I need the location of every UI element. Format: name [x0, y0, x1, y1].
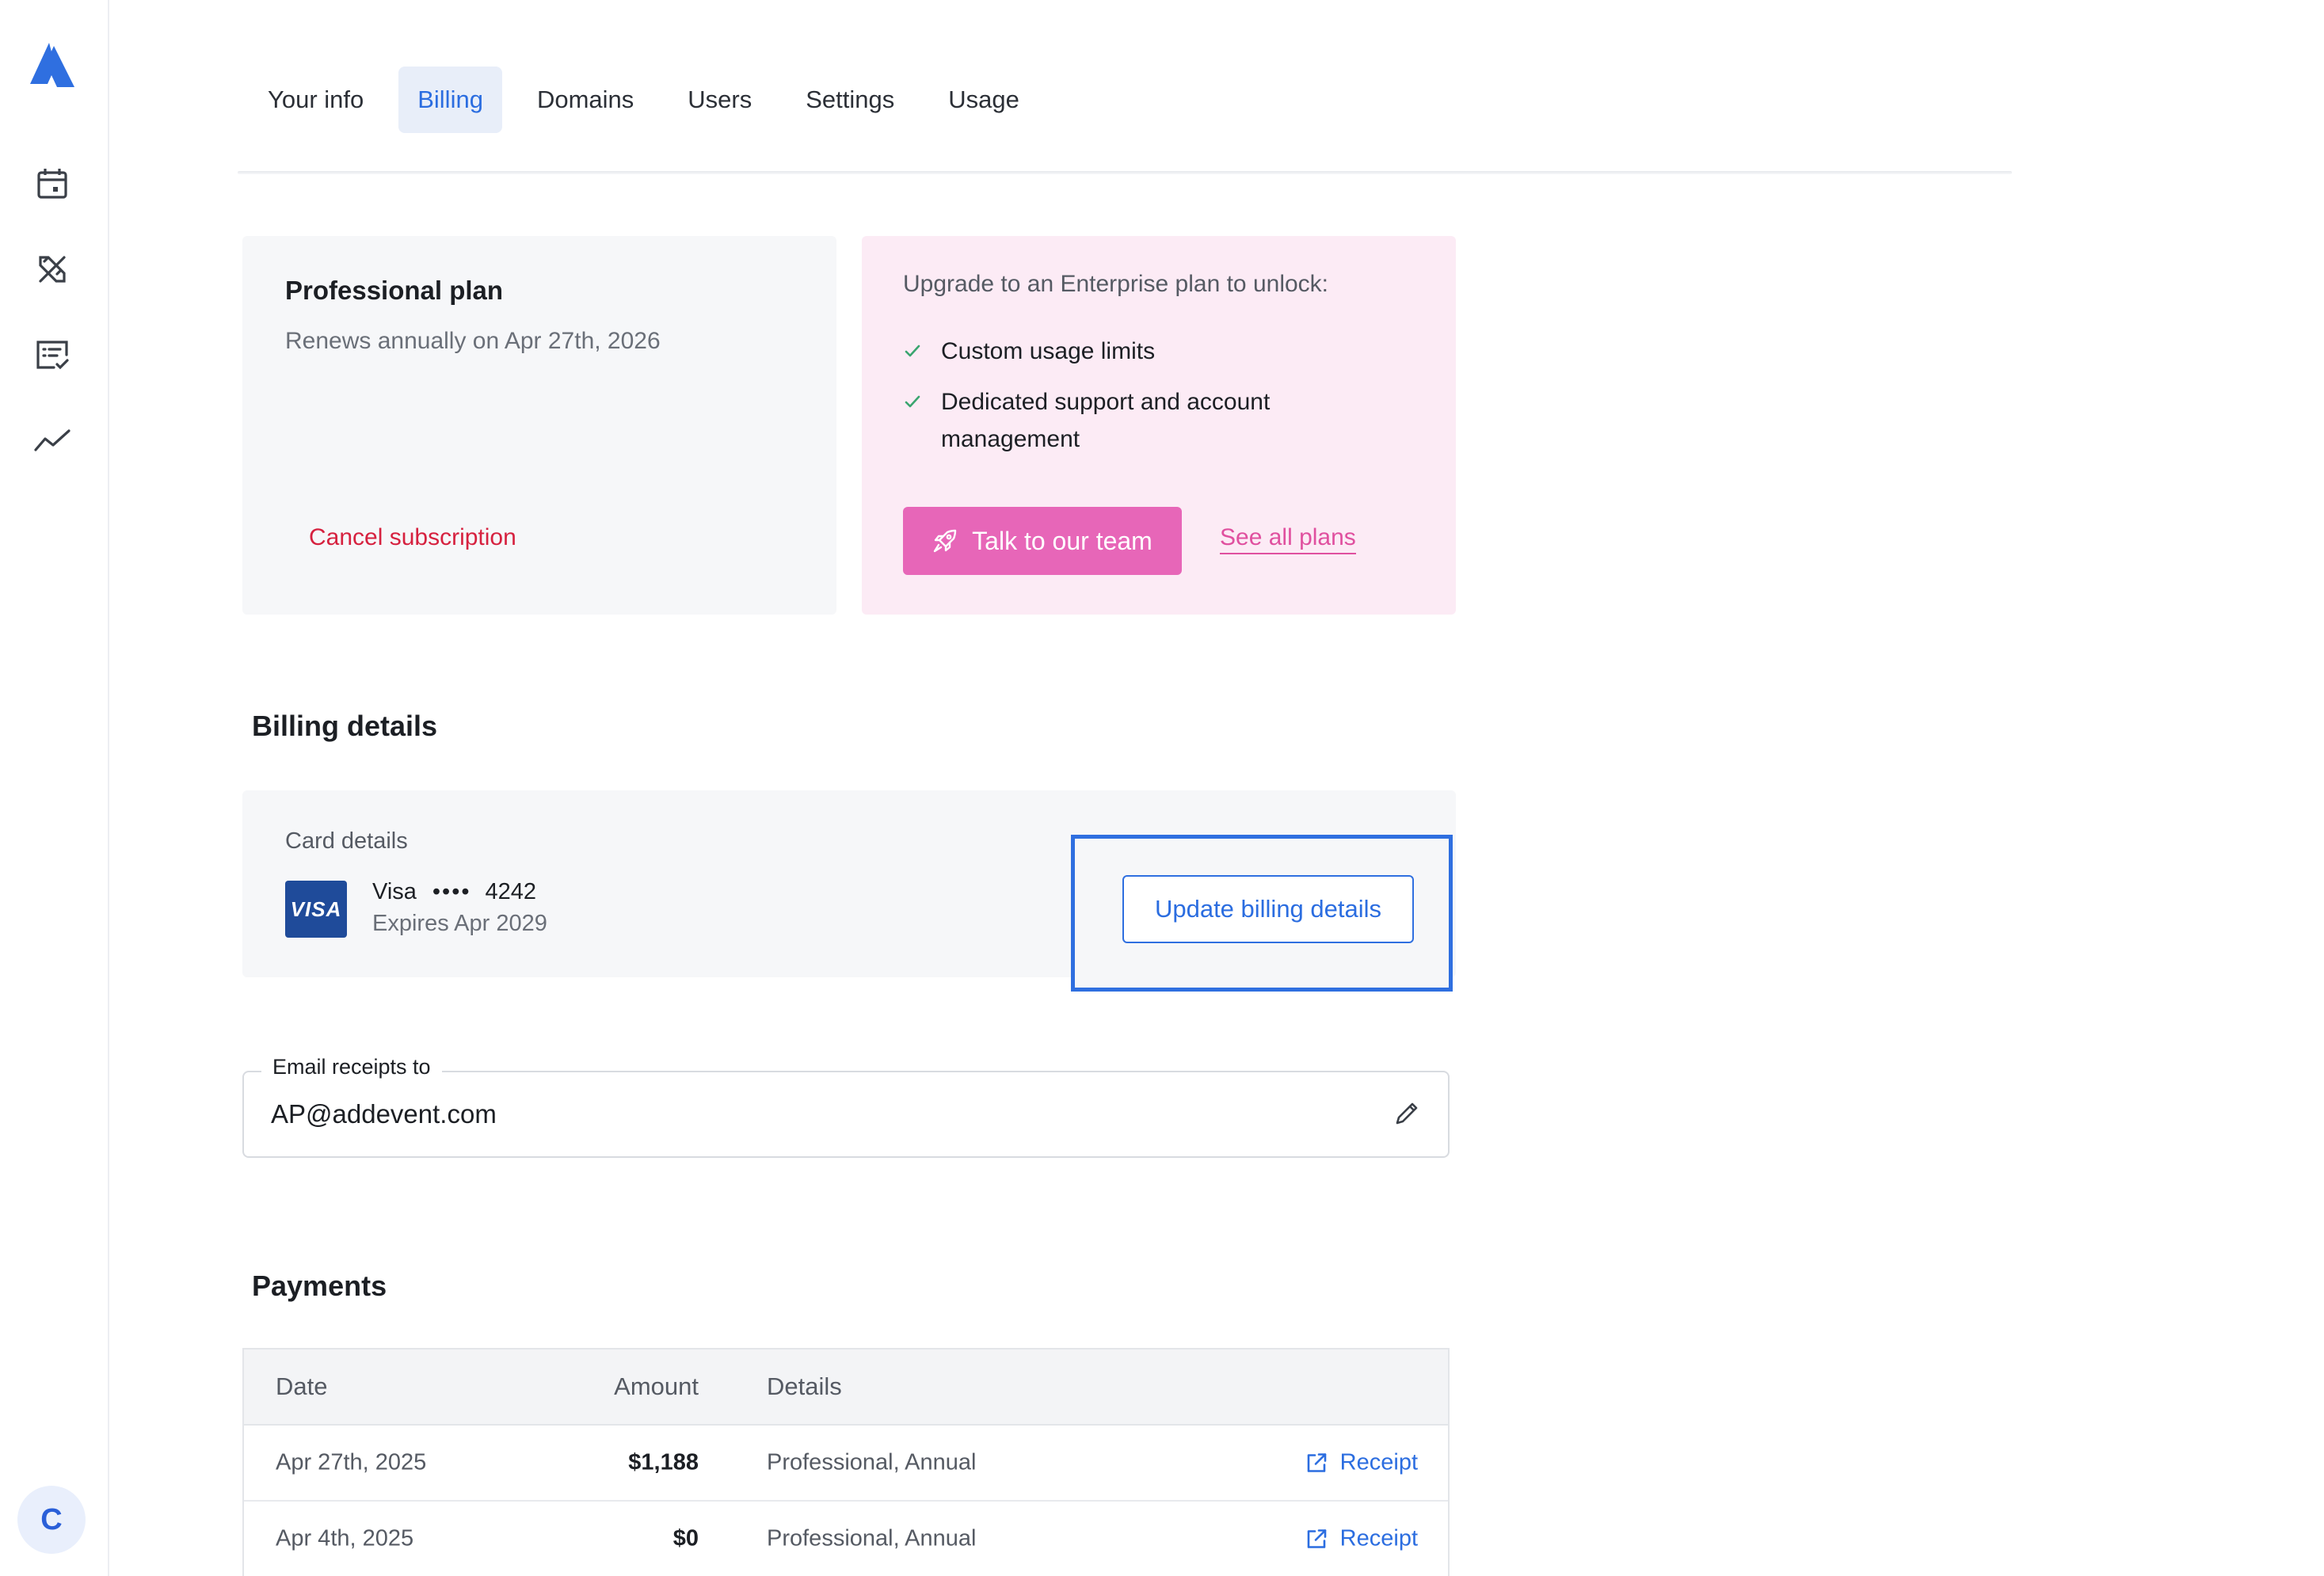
- payment-details: Professional, Annual: [767, 1449, 977, 1475]
- feature-label-line: Dedicated support and account: [941, 389, 1271, 415]
- settings-tabs: Your info Billing Domains Users Settings…: [249, 67, 1054, 133]
- checklist-icon[interactable]: [32, 334, 73, 375]
- tab-users[interactable]: Users: [669, 67, 771, 133]
- card-mask: ••••: [432, 879, 471, 904]
- email-receipts-label: Email receipts to: [261, 1055, 442, 1079]
- external-link-icon: [1307, 1528, 1326, 1548]
- talk-to-team-button[interactable]: Talk to our team: [903, 507, 1182, 575]
- addevent-logo-icon[interactable]: [25, 40, 81, 90]
- card-expiry: Expires Apr 2029: [372, 911, 547, 936]
- feature-label-line: management: [941, 426, 1080, 452]
- tabs-divider: [238, 171, 2012, 174]
- plan-title: Professional plan: [285, 276, 504, 305]
- card-number-line: Visa •••• 4242: [372, 879, 536, 905]
- tab-your-info[interactable]: Your info: [249, 67, 383, 133]
- payment-amount: $1,188: [628, 1449, 699, 1475]
- card-last4: 4242: [485, 879, 537, 904]
- current-plan-card: Professional plan Renews annually on Apr…: [242, 236, 836, 615]
- email-receipts-value: AP@addevent.com: [271, 1099, 497, 1129]
- feature-label: Custom usage limits: [941, 338, 1156, 364]
- rocket-icon: [932, 528, 958, 554]
- table-row: Apr 4th, 2025 $0 Professional, Annual Re…: [244, 1502, 1448, 1576]
- tab-usage[interactable]: Usage: [929, 67, 1038, 133]
- user-avatar[interactable]: C: [17, 1486, 86, 1554]
- payment-details: Professional, Annual: [767, 1525, 977, 1551]
- tab-settings[interactable]: Settings: [787, 67, 913, 133]
- see-all-plans-link[interactable]: See all plans: [1220, 524, 1356, 554]
- plan-renewal-text: Renews annually on Apr 27th, 2026: [285, 328, 661, 354]
- visa-logo-icon: VISA: [285, 881, 347, 938]
- upgrade-title: Upgrade to an Enterprise plan to unlock:: [903, 271, 1328, 297]
- payment-amount: $0: [672, 1525, 699, 1551]
- enterprise-upgrade-card: Upgrade to an Enterprise plan to unlock:…: [862, 236, 1456, 615]
- payments-table: Date Amount Details Apr 27th, 2025 $1,18…: [242, 1348, 1450, 1576]
- receipt-link[interactable]: Receipt: [1304, 1526, 1418, 1552]
- external-link-icon: [1307, 1452, 1326, 1472]
- card-details-label: Card details: [285, 828, 408, 854]
- feature-item: Custom usage limits: [903, 333, 1155, 371]
- analytics-icon[interactable]: [32, 420, 73, 461]
- card-brand: Visa: [372, 879, 417, 904]
- tab-domains[interactable]: Domains: [518, 67, 653, 133]
- table-header: Date Amount Details: [244, 1349, 1448, 1426]
- tab-billing[interactable]: Billing: [398, 67, 502, 133]
- payments-heading: Payments: [252, 1270, 387, 1302]
- update-billing-details-button[interactable]: Update billing details: [1122, 875, 1414, 943]
- cancel-subscription-link[interactable]: Cancel subscription: [309, 524, 516, 551]
- payment-date: Apr 27th, 2025: [276, 1449, 427, 1475]
- column-header-date: Date: [276, 1372, 328, 1400]
- check-icon: [903, 383, 941, 422]
- update-billing-highlight: Update billing details: [1071, 835, 1453, 992]
- feature-label: Dedicated support and account management: [941, 383, 1270, 458]
- column-header-amount: Amount: [614, 1372, 699, 1400]
- payment-date: Apr 4th, 2025: [276, 1525, 414, 1551]
- email-receipts-field[interactable]: Email receipts to AP@addevent.com: [242, 1055, 1450, 1158]
- receipt-link[interactable]: Receipt: [1304, 1450, 1418, 1476]
- check-icon: [903, 333, 941, 371]
- edit-pencil-icon[interactable]: [1391, 1098, 1423, 1133]
- receipt-label: Receipt: [1339, 1449, 1418, 1475]
- table-row: Apr 27th, 2025 $1,188 Professional, Annu…: [244, 1426, 1448, 1502]
- column-header-details: Details: [767, 1372, 842, 1400]
- feature-item: Dedicated support and account management: [903, 383, 1270, 458]
- design-tools-icon[interactable]: [32, 249, 73, 290]
- sidebar: C: [0, 0, 109, 1576]
- calendar-icon[interactable]: [32, 163, 73, 204]
- billing-details-heading: Billing details: [252, 710, 438, 742]
- talk-to-team-label: Talk to our team: [972, 526, 1152, 555]
- receipt-label: Receipt: [1339, 1525, 1418, 1551]
